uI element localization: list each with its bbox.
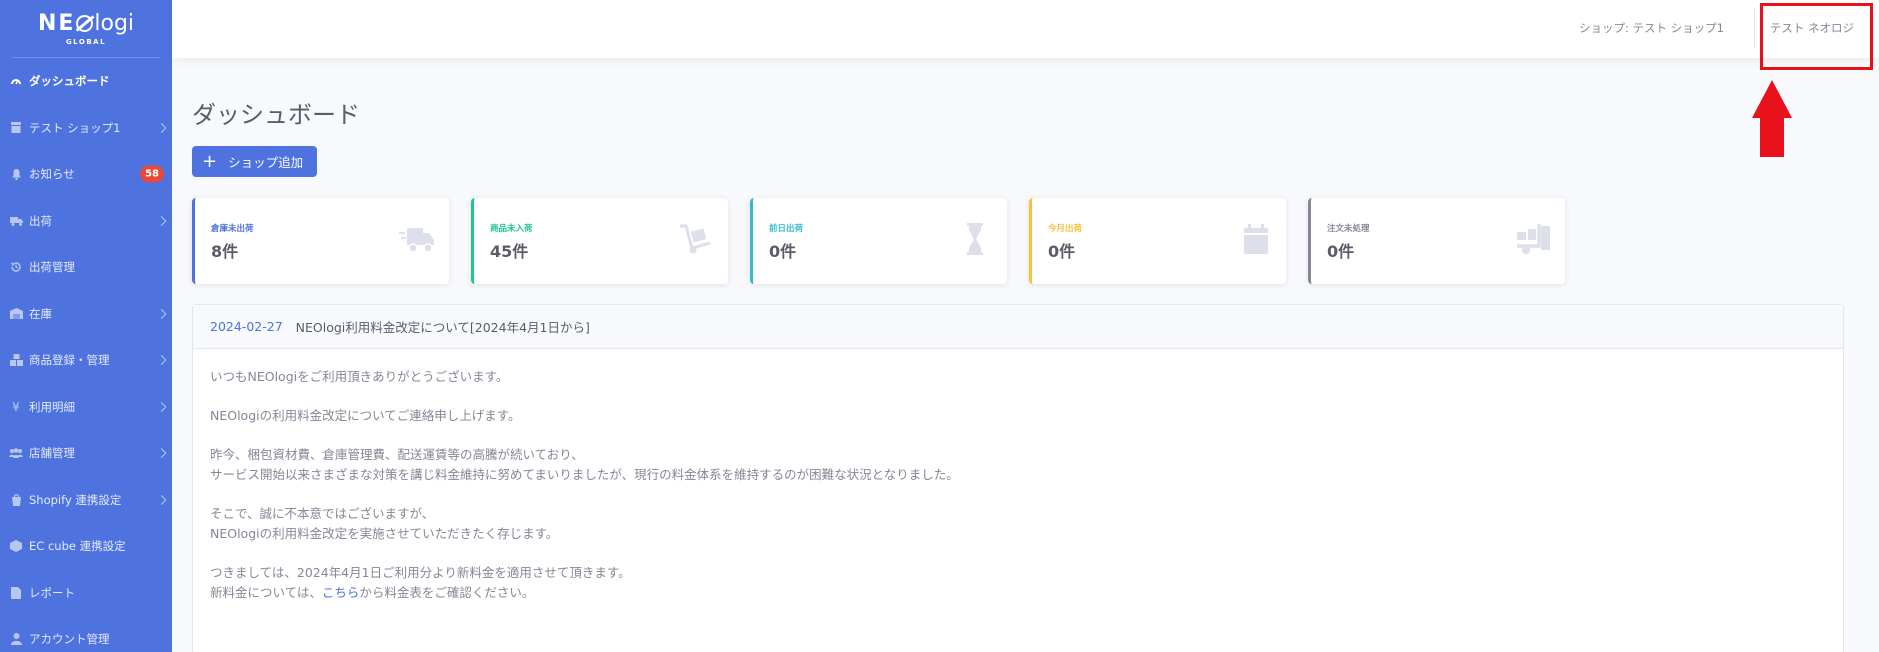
hourglass-icon [967,223,983,255]
stat-card-value: 0件 [1327,242,1355,261]
news-line: 昨今、梱包資材費、倉庫管理費、配送運賃等の高騰が続いており、 [210,447,584,462]
sidebar-item-shipping-management[interactable]: 出荷管理 [0,244,172,291]
chevron-right-icon [156,122,167,133]
stat-card-unshipped[interactable]: 倉庫未出荷 8件 [192,198,449,284]
notification-count-badge: 58 [140,165,164,183]
sidebar-item-billing[interactable]: ¥ 利用明細 [0,384,172,431]
sidebar-item-shipping[interactable]: 出荷 [0,198,172,245]
chevron-right-icon [156,215,167,226]
news-line: から料金表をご確認ください。 [359,585,535,600]
news-line: つきましては、2024年4月1日ご利用分より新料金を適用させて頂きます。 [210,565,631,580]
stat-card-label: 倉庫未出荷 [211,224,254,234]
page-title: ダッシュボード [192,101,360,129]
news-paragraph: NEOlogiの利用料金改定についてご連絡申し上げます。 [210,408,521,423]
sidebar-item-label: EC cube 連携設定 [29,539,126,554]
stat-card-label: 前日出荷 [769,224,804,234]
stat-card-monthly-shipped[interactable]: 今月出荷 0件 [1029,198,1286,284]
stat-card-label: 注文未処理 [1327,224,1370,234]
sidebar-item-label: 利用明細 [29,399,75,414]
store-icon [9,121,23,135]
stat-card-yesterday-shipped[interactable]: 前日出荷 0件 [750,198,1007,284]
current-shop-label: ショップ: テスト ショップ1 [1578,21,1724,35]
sidebar: NE logi GLOBAL ダッシュボード テスト ショップ1 お知らせ 58 … [0,0,172,652]
user-icon [9,632,23,646]
stat-card-value: 0件 [1048,242,1076,261]
stat-card-label: 今月出荷 [1048,224,1083,234]
brand-logo[interactable]: NE logi GLOBAL [12,0,160,58]
truck-icon [9,214,23,228]
sidebar-item-label: 店舗管理 [29,446,75,461]
stat-card-value: 45件 [490,242,529,261]
sidebar-item-label: Shopify 連携設定 [29,492,122,507]
yen-icon: ¥ [12,399,20,414]
sidebar-item-label: 在庫 [29,306,52,321]
sidebar-item-store-management[interactable]: 店舗管理 [0,430,172,477]
news-header: 2024-02-27 NEOlogi利用料金改定について[2024年4月1日から… [193,305,1843,349]
stat-card-value: 0件 [769,242,797,261]
dashboard-icon [9,74,23,88]
truck-loading-icon [1517,224,1550,254]
pricing-link[interactable]: こちら [322,585,360,600]
boxes-icon [9,353,23,367]
sidebar-item-label: 出荷管理 [29,260,75,275]
truck-fast-icon [399,228,434,253]
annotation-arrow-head [1752,80,1792,118]
sidebar-item-account[interactable]: アカウント管理 [0,616,172,652]
cube-icon [9,539,23,553]
sidebar-item-label: お知らせ [29,167,75,182]
news-line: NEOlogiの利用料金改定を実施させていただきたく存じます。 [210,526,559,541]
brand-subtitle: GLOBAL [65,37,107,46]
sidebar-item-dashboard[interactable]: ダッシュボード [0,58,172,105]
stat-card-label: 商品未入荷 [490,224,533,234]
chevron-right-icon [156,401,167,412]
news-line: 新料金については、 [210,585,322,600]
chevron-right-icon [156,355,167,366]
bell-icon [9,167,23,181]
annotation-arrow-shaft [1760,117,1784,157]
chevron-right-icon [156,448,167,459]
sidebar-item-label: 商品登録・管理 [29,353,110,368]
sidebar-item-shop[interactable]: テスト ショップ1 [0,105,172,152]
sidebar-item-report[interactable]: レポート [0,570,172,617]
news-paragraph: いつもNEOlogiをご利用頂きありがとうございます。 [210,369,509,384]
news-panel: 2024-02-27 NEOlogi利用料金改定について[2024年4月1日から… [192,304,1844,652]
history-icon [9,260,23,274]
news-paragraph: 昨今、梱包資材費、倉庫管理費、配送運賃等の高騰が続いており、サービス開始以来さま… [210,445,1826,485]
sidebar-item-shopify[interactable]: Shopify 連携設定 [0,477,172,524]
plus-icon: + [202,150,218,172]
sidebar-item-eccube[interactable]: EC cube 連携設定 [0,523,172,570]
news-paragraph: そこで、誠に不本意ではございますが、 NEOlogiの利用料金改定を実施させていた… [210,504,1826,544]
news-date: 2024-02-27 [210,319,283,334]
users-icon [9,446,23,460]
sidebar-item-products[interactable]: 商品登録・管理 [0,337,172,384]
news-line: サービス開始以来さまざまな対策を講じ料金維持に努めてまいりましたが、現行の料金体… [210,467,959,482]
sidebar-item-inventory[interactable]: 在庫 [0,291,172,338]
sidebar-item-notifications[interactable]: お知らせ 58 [0,151,172,198]
shopify-icon [9,493,23,507]
add-shop-button[interactable]: + ショップ追加 [192,146,317,177]
sidebar-item-label: アカウント管理 [29,632,110,647]
brand-logo-text: NE logi [37,10,135,36]
stat-card-value: 8件 [211,242,239,261]
news-paragraph: つきましては、2024年4月1日ご利用分より新料金を適用させて頂きます。 新料金に… [210,563,1826,603]
annotation-highlight-box [1760,3,1873,70]
sidebar-item-label: テスト ショップ1 [29,120,121,135]
calendar-icon [1244,224,1268,254]
news-title: NEOlogi利用料金改定について[2024年4月1日から] [295,320,590,335]
file-icon [9,586,23,600]
sidebar-item-label: ダッシュボード [29,74,110,89]
topbar: ショップ: テスト ショップ1 テスト ネオロジ [172,0,1879,58]
warehouse-icon [9,307,23,321]
sidebar-item-label: 出荷 [29,213,52,228]
sidebar-item-label: レポート [29,585,75,600]
topbar-divider [1754,8,1755,48]
dolly-icon [680,224,711,254]
chevron-right-icon [156,308,167,319]
news-line: そこで、誠に不本意ではございますが、 [210,506,435,521]
stat-card-not-arrived[interactable]: 商品未入荷 45件 [471,198,728,284]
news-body: いつもNEOlogiをご利用頂きありがとうございます。 NEOlogiの利用料金… [193,349,1843,640]
chevron-right-icon [156,494,167,505]
add-shop-label: ショップ追加 [228,155,304,170]
stat-card-unprocessed-orders[interactable]: 注文未処理 0件 [1308,198,1565,284]
